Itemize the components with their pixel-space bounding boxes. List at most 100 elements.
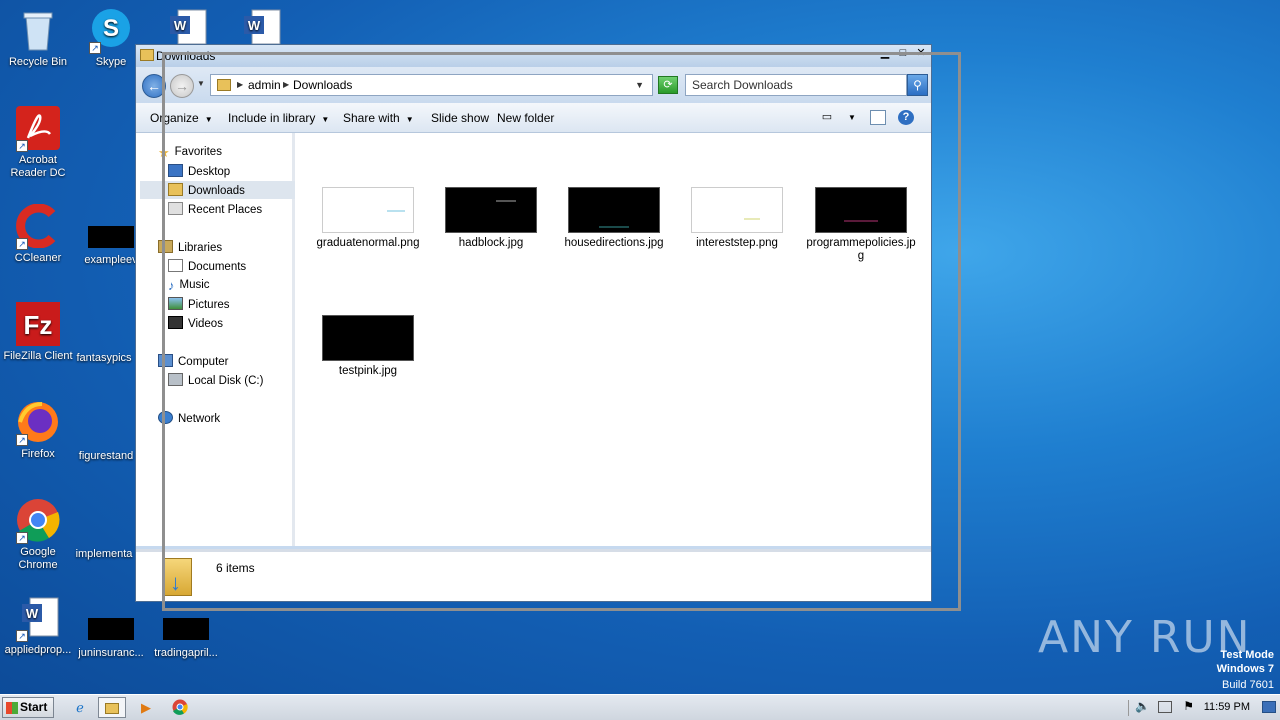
desktop-icon-acrobat[interactable]: ↗ Acrobat Reader DC [0, 106, 76, 180]
show-desktop-icon[interactable] [1262, 701, 1276, 713]
volume-icon[interactable]: 🔈 [1135, 699, 1150, 713]
desktop-icon-fantasypics[interactable]: fantasypics [66, 352, 142, 365]
ccleaner-icon: ↗ [16, 203, 60, 250]
forward-button[interactable]: → [170, 74, 194, 98]
desktop-icon-tradingapril[interactable]: tradingapril... [148, 647, 224, 660]
nav-network[interactable]: Network [158, 411, 220, 425]
breadcrumb-downloads[interactable]: Downloads [293, 78, 352, 92]
nav-computer[interactable]: Computer [158, 354, 229, 368]
desktop-icon-label: Google Chrome [18, 546, 58, 571]
close-button[interactable]: ✕ [913, 47, 929, 61]
media-player-icon[interactable]: ▶ [132, 697, 160, 718]
recycle-bin-icon [16, 8, 60, 52]
file-name: testpink.jpg [338, 365, 398, 377]
chrome-taskbar-icon[interactable] [166, 697, 194, 718]
internet-explorer-icon[interactable]: ℯ [66, 697, 94, 718]
music-icon: ♪ [168, 278, 175, 293]
desktop-icon-chrome[interactable]: ↗ Google Chrome [0, 498, 76, 572]
desktop-icon-filezilla[interactable]: Fz FileZilla Client [0, 302, 76, 363]
view-options-icon[interactable]: ▭ [819, 110, 835, 125]
nav-downloads[interactable]: Downloads [140, 181, 295, 199]
explorer-taskbar-icon[interactable] [98, 697, 126, 718]
documents-icon [168, 259, 183, 272]
nav-label: Documents [188, 261, 247, 273]
nav-favorites[interactable]: ★ Favorites [158, 145, 222, 160]
address-dropdown-icon[interactable]: ▼ [635, 80, 644, 90]
maximize-button[interactable]: □ [895, 47, 911, 61]
share-with-button[interactable]: Share with ▼ [343, 111, 414, 125]
desktop-icon-label: CCleaner [14, 252, 62, 264]
title-bar[interactable]: Downloads ▁ □ ✕ [136, 45, 931, 67]
nav-label: Recent Places [188, 204, 263, 216]
nav-documents[interactable]: Documents [168, 259, 246, 273]
desktop-icon-appliedprop[interactable]: W ↗ appliedprop... [0, 596, 76, 657]
desktop-icon-label: Recycle Bin [8, 56, 68, 68]
file-item[interactable]: testpink.jpg [313, 315, 423, 378]
nav-desktop[interactable]: Desktop [168, 164, 230, 178]
nav-recent-places[interactable]: Recent Places [168, 202, 262, 216]
minimize-button[interactable]: ▁ [877, 47, 893, 61]
recent-pages-dropdown-icon[interactable]: ▼ [197, 79, 205, 88]
organize-button[interactable]: Organize ▼ [150, 111, 213, 125]
desktop-icon-label: tradingapril... [154, 647, 218, 659]
content-area: ★ Favorites Desktop Downloads Recent Plac… [136, 133, 931, 546]
image-thumbnail [445, 187, 537, 233]
explorer-window[interactable]: Downloads ▁ □ ✕ ← → ▼ ▶ admin ▶ Download… [135, 44, 932, 602]
include-in-library-label: Include in library [228, 111, 316, 125]
nav-music[interactable]: ♪ Music [168, 278, 210, 293]
slide-show-button[interactable]: Slide show [431, 111, 489, 125]
desktop-icon-label: appliedprop... [4, 644, 72, 656]
image-thumbnail [568, 187, 660, 233]
desktop-icon-firefox[interactable]: ↗ Firefox [0, 400, 76, 461]
nav-libraries[interactable]: Libraries [158, 240, 222, 254]
preview-pane-icon[interactable] [870, 110, 886, 125]
desktop-icon-label: implementa [75, 548, 133, 560]
desktop-icon-figurestand[interactable]: figurestand [68, 450, 144, 463]
desktop-icon-ccleaner[interactable]: ↗ CCleaner [0, 203, 76, 265]
view-dropdown-icon[interactable]: ▼ [844, 110, 860, 125]
file-item[interactable]: housedirections.jpg [559, 187, 669, 250]
file-item[interactable]: hadblock.jpg [436, 187, 546, 250]
refresh-icon[interactable]: ⟳ [658, 76, 678, 94]
file-list: graduatenormal.png hadblock.jpg housedir… [298, 133, 931, 546]
desktop-icon-implementa[interactable]: implementa [66, 548, 142, 561]
test-mode-text: Test Mode [1220, 649, 1274, 661]
desktop-icon-juninsurance[interactable]: juninsuranc... [73, 647, 149, 660]
breadcrumb-admin[interactable]: admin [248, 78, 281, 92]
skype-icon: S ↗ [89, 8, 133, 54]
nav-local-disk[interactable]: Local Disk (C:) [168, 373, 263, 387]
address-bar[interactable]: ▶ admin ▶ Downloads ▼ [210, 74, 653, 96]
download-arrow-icon: ↓ [170, 570, 181, 595]
back-button[interactable]: ← [142, 74, 166, 98]
nav-label: Libraries [178, 242, 223, 254]
file-item[interactable]: graduatenormal.png [313, 187, 423, 250]
image-thumbnail [322, 187, 414, 233]
file-item[interactable]: intereststep.png [682, 187, 792, 250]
include-in-library-button[interactable]: Include in library ▼ [228, 111, 329, 125]
nav-pictures[interactable]: Pictures [168, 297, 230, 311]
action-center-flag-icon[interactable]: ⚑ [1183, 699, 1194, 713]
desktop-icon-label: Acrobat Reader DC [10, 154, 66, 179]
firefox-icon: ↗ [16, 400, 60, 446]
help-icon[interactable]: ? [898, 110, 914, 125]
navigation-bar: ← → ▼ ▶ admin ▶ Downloads ▼ ⟳ Search Dow… [136, 67, 931, 103]
file-item[interactable]: programmepolicies.jpg [805, 187, 917, 263]
nav-videos[interactable]: Videos [168, 316, 223, 330]
clock[interactable]: 11:59 PM [1204, 701, 1250, 713]
redacted-thumbnail [88, 618, 134, 640]
hard-drive-icon [168, 373, 183, 386]
chevron-right-icon[interactable]: ▶ [283, 80, 289, 89]
network-tray-icon[interactable] [1158, 701, 1172, 713]
nav-label: Local Disk (C:) [188, 375, 264, 387]
start-button[interactable]: Start [2, 697, 54, 718]
desktop-icon-recycle-bin[interactable]: Recycle Bin [0, 8, 76, 69]
window-title: Downloads [156, 49, 216, 63]
search-input[interactable]: Search Downloads [685, 74, 907, 96]
search-icon[interactable]: ⚲ [907, 74, 928, 96]
new-folder-button[interactable]: New folder [497, 111, 554, 125]
videos-icon [168, 316, 183, 329]
nav-label: Network [178, 413, 221, 425]
start-label: Start [20, 700, 48, 714]
nav-label: Music [179, 279, 210, 291]
chevron-right-icon[interactable]: ▶ [237, 80, 243, 89]
